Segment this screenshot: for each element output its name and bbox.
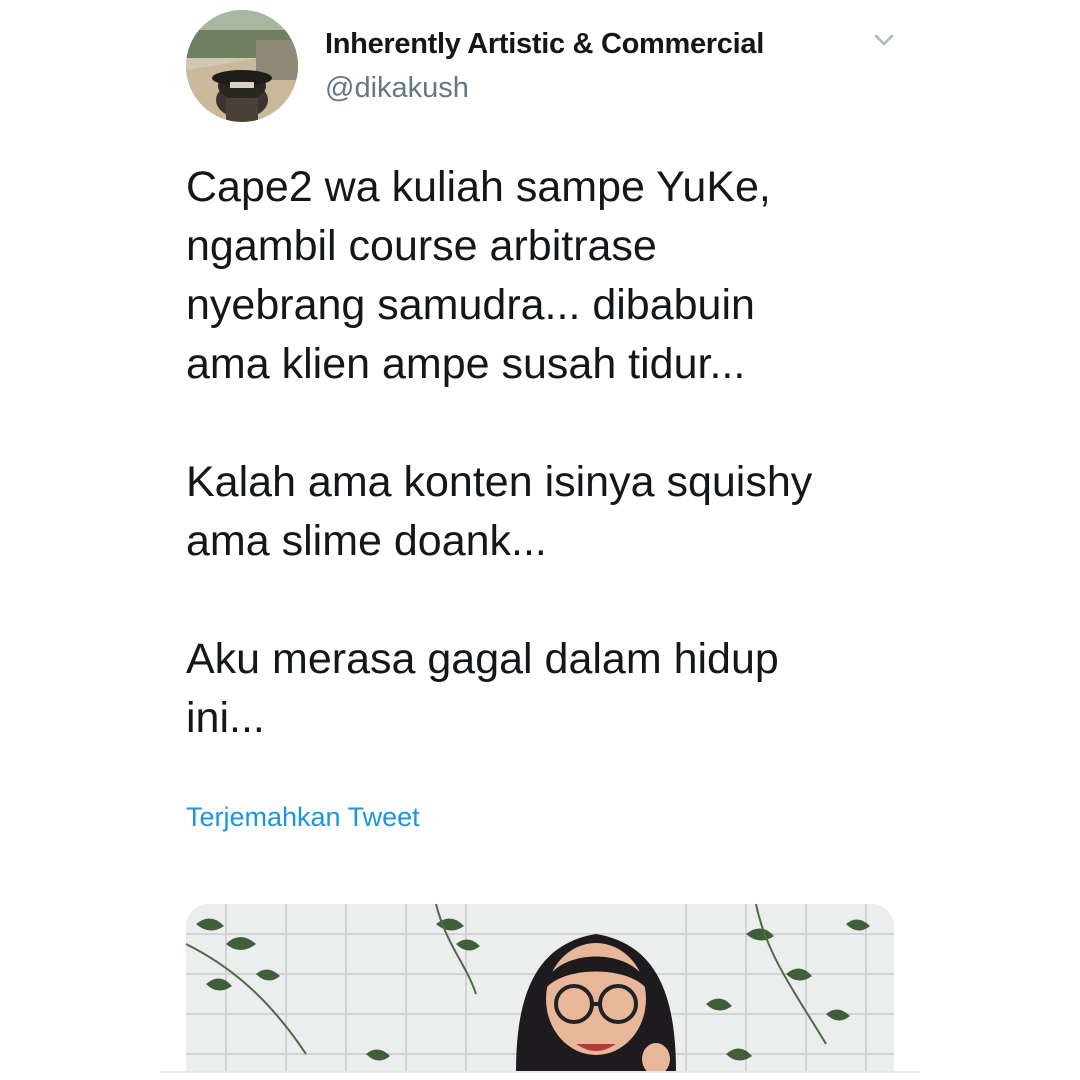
media-photo bbox=[186, 904, 894, 1072]
tweet-media-image[interactable] bbox=[186, 904, 894, 1072]
avatar[interactable] bbox=[186, 10, 298, 122]
translate-tweet-link[interactable]: Terjemahkan Tweet bbox=[186, 802, 420, 833]
chevron-down-icon[interactable] bbox=[868, 28, 900, 52]
avatar-photo bbox=[186, 10, 298, 122]
display-name[interactable]: Inherently Artistic & Commercial bbox=[325, 28, 764, 61]
user-handle[interactable]: @dikakush bbox=[325, 72, 469, 105]
tweet-page: Inherently Artistic & Commercial @dikaku… bbox=[0, 0, 1080, 1080]
tweet-text: Cape2 wa kuliah sampe YuKe, ngambil cour… bbox=[186, 163, 813, 742]
divider bbox=[160, 1071, 920, 1073]
